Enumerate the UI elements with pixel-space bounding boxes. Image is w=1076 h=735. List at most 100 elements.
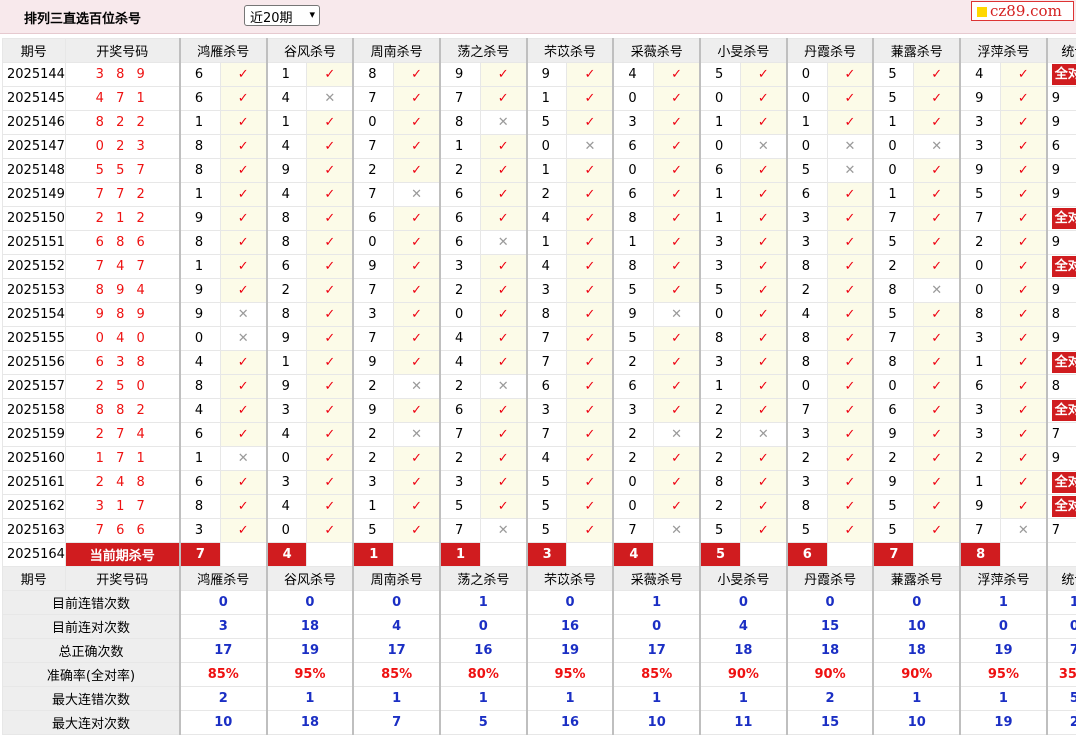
check-icon: ✓	[567, 327, 613, 351]
kill-value: 9	[180, 279, 220, 303]
col-expert-header[interactable]: 采薇杀号	[613, 567, 700, 591]
kill-value: 8	[353, 63, 393, 87]
stats-value: 1	[527, 687, 614, 711]
chevron-down-icon: ▾	[309, 8, 315, 21]
table-row: 20251485 5 78✓9✓2✓2✓1✓0✓6✓5✕0✓9✓9	[3, 159, 1076, 183]
check-icon: ✓	[740, 231, 786, 255]
check-icon: ✓	[827, 447, 873, 471]
period-select[interactable]: 近20期 ▾	[244, 5, 320, 26]
stats-row: 目前连错次数00010100011	[3, 591, 1076, 615]
row-correct-count: 6	[1047, 135, 1076, 159]
check-icon: ✓	[654, 231, 700, 255]
col-expert-header[interactable]: 芣苡杀号	[527, 39, 614, 63]
stats-value: 85%	[613, 663, 700, 687]
kill-value: 7	[527, 423, 567, 447]
row-correct-count: 全对	[1047, 351, 1076, 375]
table-row: 20251588 8 24✓3✓9✓6✓3✓3✓2✓7✓6✓3✓全对	[3, 399, 1076, 423]
col-expert-header[interactable]: 浮萍杀号	[960, 567, 1047, 591]
kill-value: 7	[353, 327, 393, 351]
draw-number: 7 4 7	[65, 255, 180, 279]
kill-value: 7	[440, 519, 480, 543]
table-row: 20251572 5 08✓9✓2✕2✕6✓6✓1✓0✓0✓6✓8	[3, 375, 1076, 399]
col-expert-header[interactable]: 丹霞杀号	[787, 567, 874, 591]
draw-number: 2 1 2	[65, 207, 180, 231]
col-expert-header[interactable]: 谷风杀号	[267, 567, 354, 591]
check-icon: ✓	[914, 471, 960, 495]
check-icon: ✓	[1000, 183, 1046, 207]
stats-row: 最大连对次数1018751610111510192	[3, 711, 1076, 735]
kill-value: 5	[873, 303, 913, 327]
kill-value: 3	[960, 327, 1000, 351]
cross-icon: ✕	[307, 87, 353, 111]
stats-value: 1	[613, 687, 700, 711]
kill-value: 2	[267, 279, 307, 303]
draw-number: 9 8 9	[65, 303, 180, 327]
kill-value: 0	[960, 255, 1000, 279]
check-icon: ✓	[394, 351, 440, 375]
col-expert-header[interactable]: 丹霞杀号	[787, 39, 874, 63]
stats-total: 1	[1047, 591, 1076, 615]
check-icon: ✓	[914, 159, 960, 183]
kill-value: 6	[787, 183, 827, 207]
stats-value: 11	[700, 711, 787, 735]
stats-label: 目前连错次数	[3, 591, 180, 615]
col-expert-header[interactable]: 鸿雁杀号	[180, 39, 267, 63]
kill-value: 8	[960, 303, 1000, 327]
col-expert-header[interactable]: 芣苡杀号	[527, 567, 614, 591]
cross-icon: ✕	[1000, 519, 1046, 543]
check-icon: ✓	[740, 279, 786, 303]
check-icon: ✓	[654, 255, 700, 279]
col-expert-header[interactable]: 谷风杀号	[267, 39, 354, 63]
check-icon: ✓	[1000, 207, 1046, 231]
draw-number: 1 7 1	[65, 447, 180, 471]
cross-icon: ✕	[827, 159, 873, 183]
check-icon: ✓	[480, 423, 526, 447]
col-expert-header[interactable]: 荡之杀号	[440, 39, 527, 63]
kill-value: 6	[440, 231, 480, 255]
col-expert-header[interactable]: 蒹露杀号	[873, 567, 960, 591]
kill-value: 3	[440, 471, 480, 495]
kill-value: 0	[267, 519, 307, 543]
kill-value: 1	[527, 231, 567, 255]
draw-number: 8 8 2	[65, 399, 180, 423]
col-expert-header[interactable]: 小旻杀号	[700, 39, 787, 63]
table-row: 20251550 4 00✕9✓7✓4✓7✓5✓8✓8✓7✓3✓9	[3, 327, 1076, 351]
col-expert-header[interactable]: 周南杀号	[353, 567, 440, 591]
cross-icon: ✕	[654, 519, 700, 543]
kill-value: 0	[440, 303, 480, 327]
site-logo[interactable]: cz89.com	[971, 1, 1074, 21]
check-icon: ✓	[220, 207, 266, 231]
stats-value: 1	[440, 591, 527, 615]
check-icon: ✓	[914, 519, 960, 543]
check-icon: ✓	[740, 447, 786, 471]
kill-value: 2	[440, 159, 480, 183]
stats-value: 0	[440, 615, 527, 639]
kill-value: 0	[700, 303, 740, 327]
col-expert-header[interactable]: 周南杀号	[353, 39, 440, 63]
col-expert-header[interactable]: 小旻杀号	[700, 567, 787, 591]
kill-value: 6	[613, 183, 653, 207]
check-icon: ✓	[307, 495, 353, 519]
col-expert-header[interactable]: 采薇杀号	[613, 39, 700, 63]
col-expert-header[interactable]: 荡之杀号	[440, 567, 527, 591]
kill-value: 5	[613, 327, 653, 351]
kill-value: 9	[613, 303, 653, 327]
col-expert-header[interactable]: 鸿雁杀号	[180, 567, 267, 591]
stats-value: 18	[267, 615, 354, 639]
stats-value: 85%	[353, 663, 440, 687]
kill-value: 3	[787, 423, 827, 447]
check-icon: ✓	[394, 135, 440, 159]
stats-value: 95%	[960, 663, 1047, 687]
stats-value: 90%	[700, 663, 787, 687]
check-icon: ✓	[307, 255, 353, 279]
check-icon: ✓	[1000, 159, 1046, 183]
col-expert-header[interactable]: 浮萍杀号	[960, 39, 1047, 63]
current-kill-spacer	[567, 543, 613, 567]
draw-number: 3 8 9	[65, 63, 180, 87]
kill-value: 9	[180, 207, 220, 231]
stats-value: 5	[440, 711, 527, 735]
kill-value: 0	[700, 87, 740, 111]
check-icon: ✓	[827, 351, 873, 375]
check-icon: ✓	[220, 423, 266, 447]
col-expert-header[interactable]: 蒹露杀号	[873, 39, 960, 63]
